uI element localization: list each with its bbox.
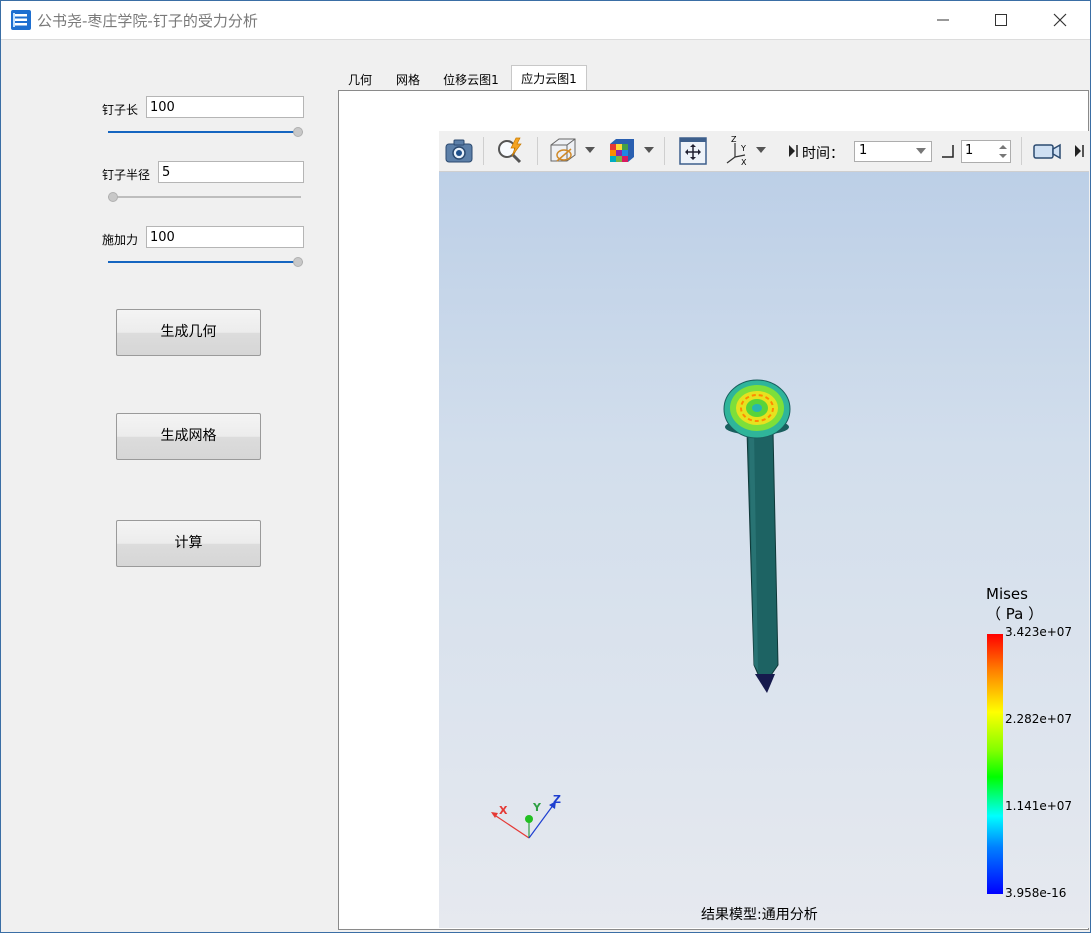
toolbar-separator	[537, 137, 538, 165]
generate-mesh-button[interactable]: 生成网格	[116, 413, 261, 460]
minimize-icon	[937, 19, 949, 21]
time-label: 时间：	[802, 146, 844, 162]
applied-force-slider[interactable]	[108, 256, 303, 268]
title-bar: 公书尧-枣庄学院-钉子的受力分析	[1, 1, 1090, 40]
axis-triad: X Y Z	[491, 793, 561, 839]
close-icon	[1053, 13, 1067, 27]
nail-model	[723, 379, 791, 693]
color-map-icon[interactable]	[606, 135, 638, 167]
slider-track	[108, 196, 301, 198]
record-icon[interactable]	[1031, 135, 1063, 167]
app-window: 公书尧-枣庄学院-钉子的受力分析 钉子长 钉子半径 施加力 生成几何 生成网格 …	[0, 0, 1091, 933]
result-model-label: 结果模型:通用分析	[701, 907, 818, 923]
maximize-icon	[995, 14, 1007, 26]
nail-radius-label: 钉子半径	[102, 168, 151, 182]
triad-y-label: Y	[532, 801, 542, 814]
applied-force-input[interactable]	[146, 226, 304, 248]
time-select[interactable]: 1	[854, 141, 932, 162]
slider-thumb[interactable]	[108, 192, 118, 202]
slider-fill	[108, 131, 298, 133]
display-mode-icon[interactable]	[547, 135, 579, 167]
step-spinbox[interactable]: 1	[961, 140, 1011, 163]
maximize-button[interactable]	[972, 1, 1030, 39]
toolbar-overflow-icon[interactable]	[1073, 143, 1085, 159]
legend-unit: （ Pa ）	[986, 605, 1044, 623]
step-spinbox-value: 1	[965, 143, 974, 158]
axes-icon[interactable]: Z Y X	[721, 135, 753, 167]
nail-radius-input[interactable]	[158, 161, 304, 183]
legend-min-value: 3.958e-16	[1005, 886, 1067, 900]
legend-max-value: 3.423e+07	[1005, 625, 1073, 639]
nail-length-slider[interactable]	[108, 126, 303, 138]
slider-fill	[108, 261, 298, 263]
nail-length-input[interactable]	[146, 96, 304, 118]
slider-thumb[interactable]	[293, 127, 303, 137]
step-end-icon[interactable]	[941, 144, 955, 158]
tab-geometry[interactable]: 几何	[340, 69, 380, 91]
svg-text:Y: Y	[740, 144, 746, 153]
slider-thumb[interactable]	[293, 257, 303, 267]
close-button[interactable]	[1031, 1, 1089, 39]
zoom-query-icon[interactable]	[494, 135, 526, 167]
app-logo-icon	[11, 10, 31, 30]
legend-mid-low-value: 1.141e+07	[1005, 799, 1073, 813]
toolbar-separator	[1021, 137, 1022, 165]
camera-icon[interactable]	[443, 135, 475, 167]
window-title: 公书尧-枣庄学院-钉子的受力分析	[37, 12, 258, 30]
nail-length-label: 钉子长	[102, 103, 139, 117]
legend-colorbar	[987, 634, 1003, 894]
nail-radius-slider[interactable]	[108, 191, 301, 203]
minimize-button[interactable]	[914, 1, 972, 39]
chevron-down-icon[interactable]	[644, 147, 654, 153]
chevron-down-icon[interactable]	[756, 147, 766, 153]
chevron-down-icon[interactable]	[585, 147, 595, 153]
svg-text:Z: Z	[731, 135, 737, 144]
spin-arrows-icon[interactable]	[999, 144, 1007, 159]
triad-z-label: Z	[553, 793, 561, 806]
compute-button[interactable]: 计算	[116, 520, 261, 567]
triad-x-label: X	[499, 804, 508, 817]
viewport-toolbar: Z Y X 时间： 1 1	[439, 131, 1089, 172]
tab-stress-contour[interactable]: 应力云图1	[511, 65, 587, 91]
toolbar-separator	[483, 137, 484, 165]
generate-geometry-button[interactable]: 生成几何	[116, 309, 261, 356]
svg-text:X: X	[741, 158, 747, 167]
toolbar-overflow-icon[interactable]	[787, 143, 799, 159]
tab-displacement-contour[interactable]: 位移云图1	[438, 69, 504, 91]
chevron-down-icon	[916, 148, 926, 154]
time-select-value: 1	[859, 143, 868, 158]
tab-mesh[interactable]: 网格	[388, 69, 428, 91]
fit-view-icon[interactable]	[677, 135, 709, 167]
toolbar-separator	[664, 137, 665, 165]
legend-mid-high-value: 2.282e+07	[1005, 712, 1073, 726]
legend-title: Mises	[986, 585, 1028, 603]
applied-force-label: 施加力	[102, 233, 139, 247]
